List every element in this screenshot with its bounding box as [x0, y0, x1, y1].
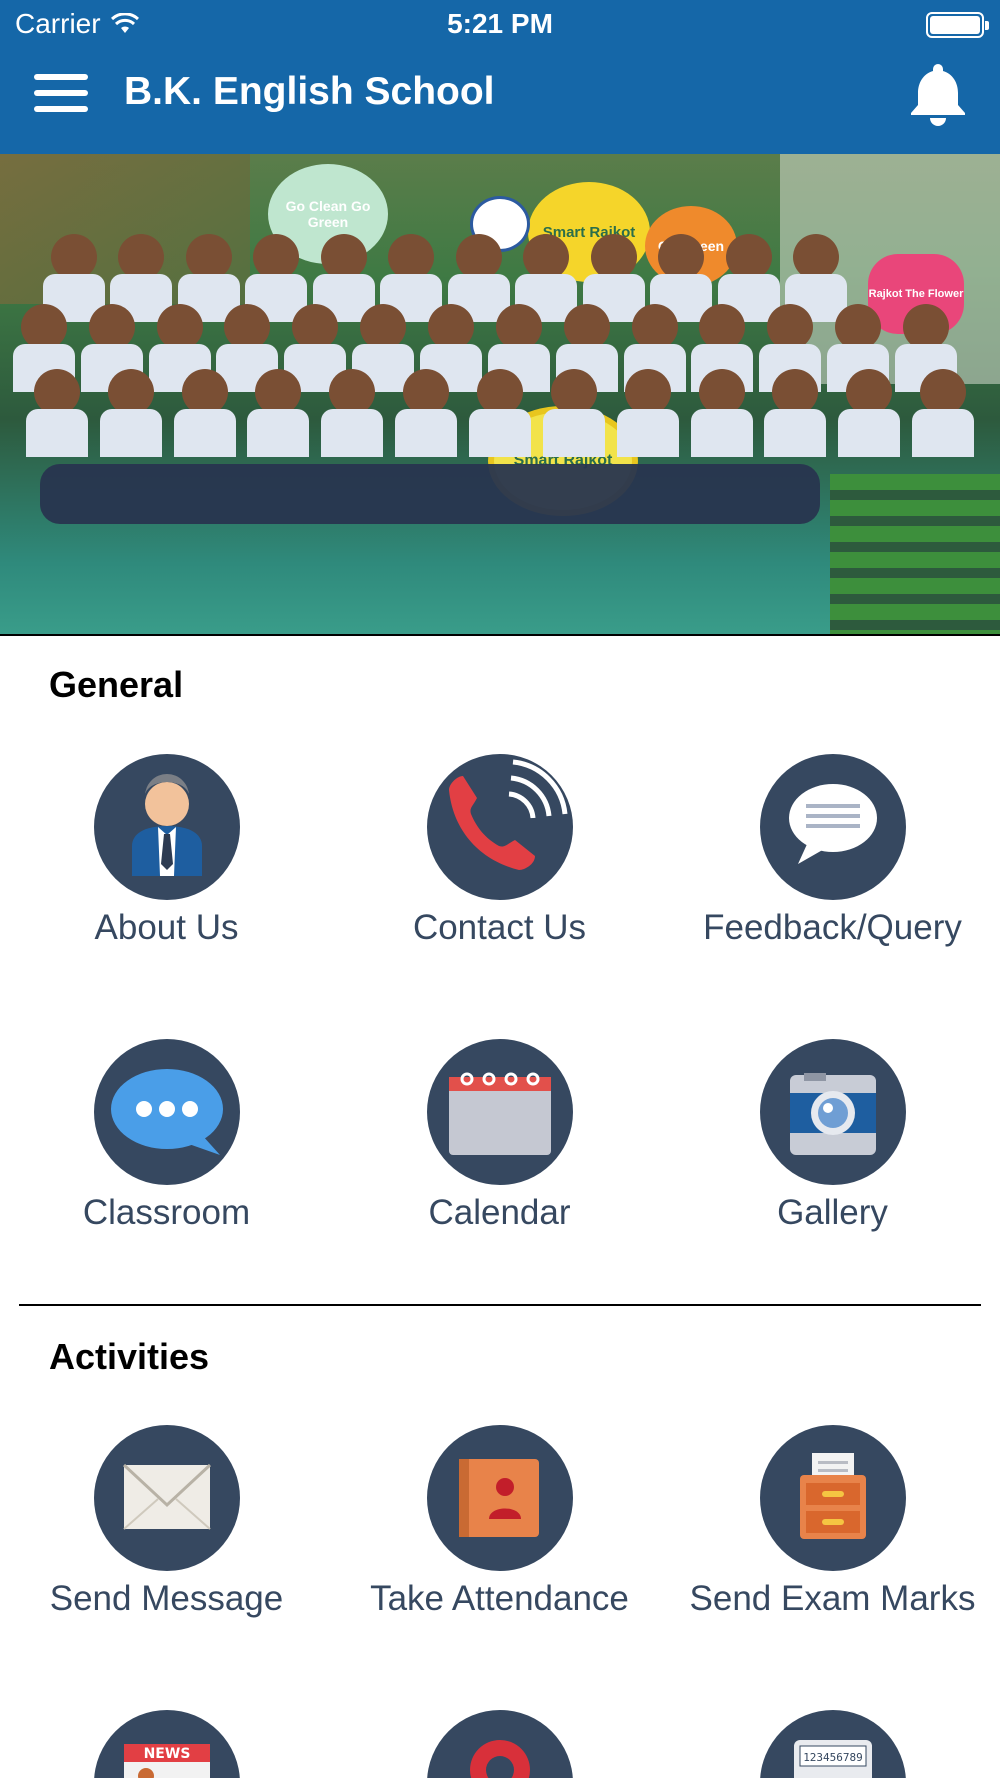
- classroom-button[interactable]: Classroom: [0, 1039, 333, 1234]
- app-header: Carrier 5:21 PM B.K. English School: [0, 0, 1000, 154]
- person-icon: [93, 754, 240, 900]
- battery-icon: [926, 12, 989, 38]
- feedback-query-label: Feedback/Query: [703, 908, 962, 947]
- section-divider: [19, 1304, 981, 1306]
- take-attendance-button[interactable]: Take Attendance: [333, 1425, 666, 1620]
- calendar-button[interactable]: Calendar: [333, 1039, 666, 1234]
- take-attendance-label: Take Attendance: [370, 1579, 629, 1618]
- location-button[interactable]: [333, 1710, 666, 1778]
- contact-us-button[interactable]: Contact Us: [333, 754, 666, 949]
- news-button[interactable]: NEWS: [0, 1710, 333, 1778]
- send-message-label: Send Message: [49, 1579, 284, 1618]
- news-icon: NEWS: [93, 1710, 240, 1778]
- calendar-label: Calendar: [428, 1193, 571, 1232]
- gallery-label: Gallery: [777, 1193, 888, 1232]
- speech-bubble-icon: [759, 754, 906, 900]
- send-exam-marks-label: Send Exam Marks: [689, 1579, 976, 1618]
- classroom-label: Classroom: [82, 1193, 251, 1232]
- send-message-button[interactable]: Send Message: [0, 1425, 333, 1620]
- calendar-icon: [426, 1039, 573, 1185]
- phone-icon: [426, 754, 573, 900]
- contact-book-icon: [426, 1425, 573, 1571]
- send-exam-marks-button[interactable]: Send Exam Marks: [666, 1425, 999, 1620]
- envelope-icon: [93, 1425, 240, 1571]
- activities-section-title: Activities: [49, 1336, 210, 1377]
- general-section-title: General: [49, 664, 184, 705]
- banner-photo: Go Clean Go Green Smart Rajkot GO Green …: [0, 154, 1000, 636]
- calculator-icon: 123456789: [759, 1710, 906, 1778]
- status-time: 5:21 PM: [447, 8, 553, 39]
- banner-divider: [0, 634, 1000, 636]
- location-pin-icon: [426, 1710, 573, 1778]
- calculator-icon-text: 123456789: [803, 1751, 863, 1764]
- app-title: B.K. English School: [124, 70, 495, 113]
- chat-dots-icon: [93, 1039, 240, 1185]
- camera-icon: [759, 1039, 906, 1185]
- calculator-button[interactable]: 123456789: [666, 1710, 999, 1778]
- crowd-row: [0, 234, 1000, 322]
- banner-carousel[interactable]: Go Clean Go Green Smart Rajkot GO Green …: [0, 154, 1000, 636]
- file-cabinet-icon: [759, 1425, 906, 1571]
- crowd-row: [0, 304, 1000, 392]
- gallery-button[interactable]: Gallery: [666, 1039, 999, 1234]
- feedback-query-button[interactable]: Feedback/Query: [666, 754, 999, 949]
- banner-bench: [830, 474, 1000, 634]
- notification-bell-icon[interactable]: [906, 60, 970, 126]
- contact-us-label: Contact Us: [412, 908, 587, 947]
- hamburger-menu-icon[interactable]: [34, 74, 88, 114]
- news-icon-text: NEWS: [143, 1746, 190, 1762]
- about-us-button[interactable]: About Us: [0, 754, 333, 949]
- about-us-label: About Us: [94, 908, 239, 947]
- crowd-row: [0, 369, 1000, 457]
- status-bar: Carrier 5:21 PM: [0, 0, 1000, 50]
